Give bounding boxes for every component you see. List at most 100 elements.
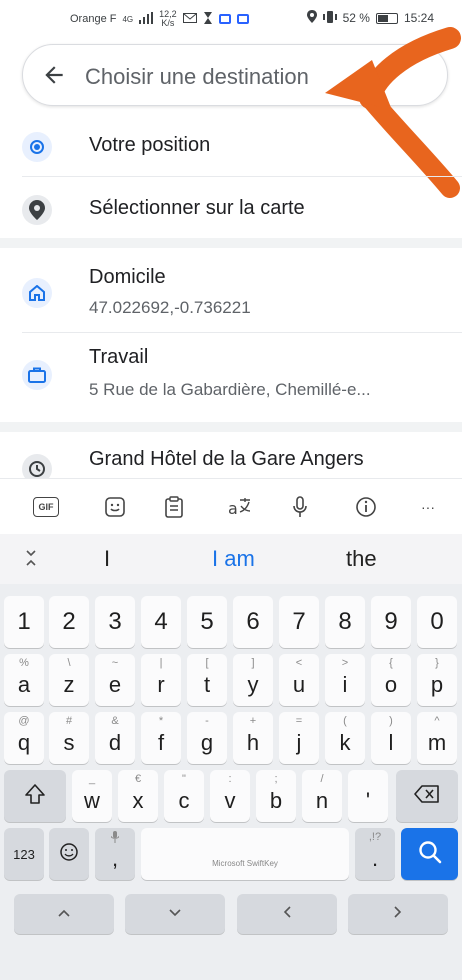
- key-w[interactable]: _ w: [72, 770, 112, 822]
- key-hint: {: [389, 657, 393, 669]
- key-label: 6: [246, 608, 260, 635]
- info-icon[interactable]: [352, 493, 380, 521]
- key-x[interactable]: € x: [118, 770, 158, 822]
- shift-key[interactable]: [4, 770, 66, 822]
- chevron-down-icon: [168, 905, 182, 923]
- battery-percent: 52 %: [342, 11, 370, 25]
- key-label: i: [342, 672, 348, 697]
- key-e[interactable]: ~ e: [95, 654, 135, 706]
- section-divider: [0, 238, 462, 248]
- home-icon: [22, 278, 52, 308]
- key-1[interactable]: 1: [4, 596, 44, 648]
- key-hint: ]: [251, 657, 255, 669]
- key-d[interactable]: & d: [95, 712, 135, 764]
- key-0[interactable]: 0: [417, 596, 457, 648]
- translate-icon[interactable]: a: [226, 493, 254, 521]
- key-b[interactable]: ; b: [256, 770, 296, 822]
- key-label: c: [178, 788, 190, 813]
- key-f[interactable]: * f: [141, 712, 181, 764]
- key-j[interactable]: = j: [279, 712, 319, 764]
- period-key[interactable]: ,!? .: [355, 828, 395, 880]
- suggestion-right[interactable]: the: [346, 546, 377, 572]
- key-7[interactable]: 7: [279, 596, 319, 648]
- search-key[interactable]: [401, 828, 458, 880]
- key-hint: #: [65, 715, 73, 727]
- key-label: h: [246, 730, 260, 755]
- cursor-right-key[interactable]: [348, 894, 448, 934]
- comma-key[interactable]: ,: [95, 828, 135, 880]
- key-h[interactable]: + h: [233, 712, 273, 764]
- option-your-location[interactable]: Votre position: [0, 120, 462, 174]
- key-label: q: [17, 730, 31, 755]
- key-hint: }: [435, 657, 439, 669]
- key-g[interactable]: -g: [187, 712, 227, 764]
- key-k[interactable]: (k: [325, 712, 365, 764]
- emoji-key[interactable]: [49, 828, 89, 880]
- key-z[interactable]: \ z: [49, 654, 89, 706]
- collapse-icon[interactable]: [24, 549, 38, 572]
- cursor-up-key[interactable]: [14, 894, 114, 934]
- key-q[interactable]: @ q: [4, 712, 44, 764]
- app-notification-icon: [236, 14, 249, 24]
- numbers-key[interactable]: 123: [4, 828, 44, 880]
- suggestion-left[interactable]: I: [104, 546, 110, 572]
- key-o[interactable]: {o: [371, 654, 411, 706]
- destination-search-bar[interactable]: Choisir une destination: [22, 44, 448, 106]
- suggestion-bar: I I am the: [0, 534, 462, 584]
- chevron-left-icon: [282, 905, 292, 924]
- destination-input[interactable]: Choisir une destination: [85, 64, 385, 90]
- key-apostrophe[interactable]: ': [348, 770, 388, 822]
- key-i[interactable]: > i: [325, 654, 365, 706]
- gif-button[interactable]: GIF: [33, 497, 59, 517]
- key-2[interactable]: 2: [49, 596, 89, 648]
- key-label: z: [63, 672, 75, 697]
- key-label: 2: [62, 608, 76, 635]
- recent-place-item[interactable]: Grand Hôtel de la Gare Angers: [0, 440, 462, 478]
- key-label: 0: [430, 608, 444, 635]
- place-title: Domicile: [89, 266, 166, 288]
- space-key[interactable]: Microsoft SwiftKey: [141, 828, 349, 880]
- key-4[interactable]: 4: [141, 596, 181, 648]
- clipboard-icon[interactable]: [160, 493, 188, 521]
- cursor-left-key[interactable]: [237, 894, 337, 934]
- speed-indicator: 12,2 K/s: [159, 10, 177, 28]
- my-location-icon: [22, 132, 52, 162]
- key-m[interactable]: ^ m: [417, 712, 457, 764]
- option-label: Sélectionner sur la carte: [89, 197, 305, 219]
- more-icon[interactable]: ···: [414, 493, 442, 521]
- key-p[interactable]: } p: [417, 654, 457, 706]
- cursor-down-key[interactable]: [125, 894, 225, 934]
- key-9[interactable]: 9: [371, 596, 411, 648]
- saved-place-home[interactable]: Domicile 47.022692,-0.736221: [0, 250, 462, 332]
- key-label: ,: [111, 846, 119, 871]
- key-a[interactable]: % a: [4, 654, 44, 706]
- back-arrow-icon[interactable]: [41, 62, 67, 88]
- key-n[interactable]: / n: [302, 770, 342, 822]
- key-6[interactable]: 6: [233, 596, 273, 648]
- key-v[interactable]: :v: [210, 770, 250, 822]
- key-5[interactable]: 5: [187, 596, 227, 648]
- key-t[interactable]: [t: [187, 654, 227, 706]
- key-3[interactable]: 3: [95, 596, 135, 648]
- keyboard-toolbar: GIF a ···: [0, 478, 462, 534]
- key-label: t: [203, 672, 211, 697]
- saved-place-work[interactable]: Travail 5 Rue de la Gabardière, Chemillé…: [0, 336, 462, 420]
- key-label: x: [132, 788, 144, 813]
- key-8[interactable]: 8: [325, 596, 365, 648]
- key-r[interactable]: | r: [141, 654, 181, 706]
- key-y[interactable]: ] y: [233, 654, 273, 706]
- option-select-on-map[interactable]: Sélectionner sur la carte: [0, 183, 462, 237]
- key-hint: ^: [434, 715, 440, 727]
- keyboard: 1 2 3 4 5 6 7 8 9 0 % a \ z ~ e | r [t ] y < u…: [0, 584, 462, 980]
- key-s[interactable]: # s: [49, 712, 89, 764]
- backspace-key[interactable]: [396, 770, 458, 822]
- suggestion-center[interactable]: I am: [212, 546, 255, 572]
- key-l[interactable]: ) l: [371, 712, 411, 764]
- speed-unit: K/s: [161, 18, 175, 28]
- key-label: n: [315, 788, 329, 813]
- battery-icon: [375, 12, 398, 24]
- key-u[interactable]: < u: [279, 654, 319, 706]
- key-c[interactable]: " c: [164, 770, 204, 822]
- mic-icon[interactable]: [286, 493, 314, 521]
- sticker-icon[interactable]: [101, 493, 129, 521]
